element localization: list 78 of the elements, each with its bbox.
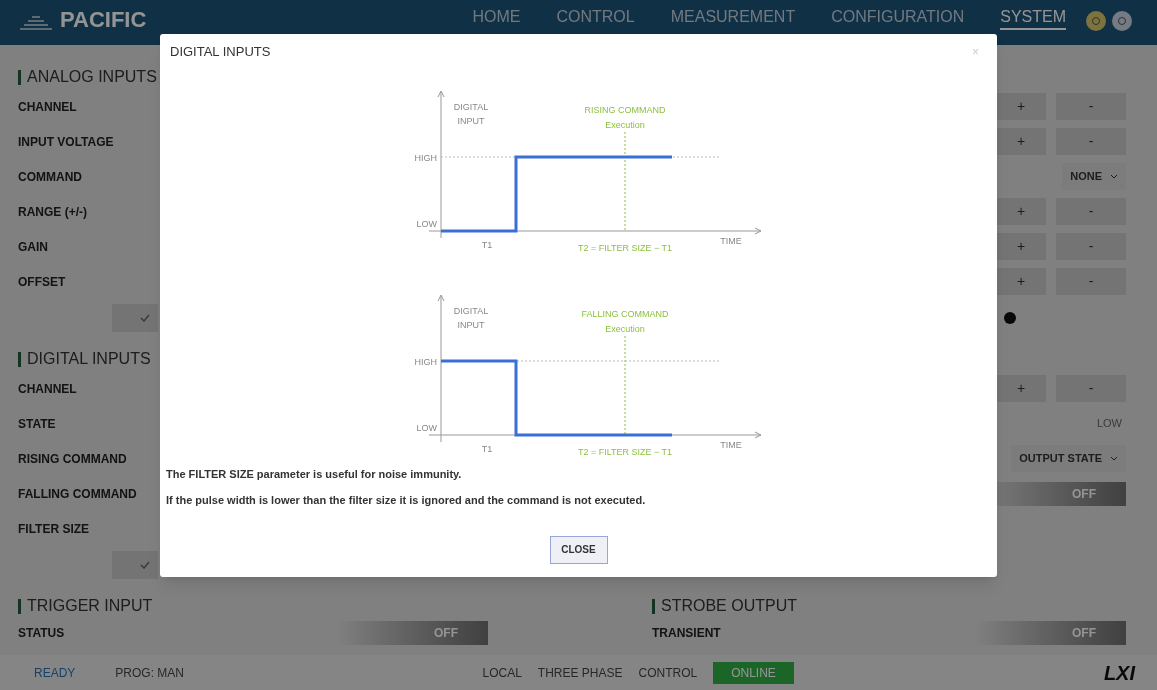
- field-label: INPUT VOLTAGE: [18, 133, 114, 151]
- plus-button[interactable]: +: [996, 233, 1046, 260]
- plus-button[interactable]: +: [996, 128, 1046, 155]
- nav-tab[interactable]: HOME: [472, 7, 521, 30]
- status-text: PROG: MAN: [115, 664, 184, 682]
- section-marker: [652, 598, 655, 614]
- section-title: TRIGGER INPUT: [27, 596, 153, 616]
- plus-button[interactable]: +: [996, 93, 1046, 120]
- time-label: TIME: [719, 439, 742, 450]
- field-label: GAIN: [18, 238, 48, 256]
- status-text: THREE PHASE: [537, 664, 623, 682]
- dropdown[interactable]: NONE: [1062, 163, 1126, 190]
- section-title: STROBE OUTPUT: [661, 596, 797, 616]
- nav-tab[interactable]: CONFIGURATION: [831, 7, 965, 30]
- field-label: RISING COMMAND: [18, 450, 127, 468]
- section-marker: [18, 598, 21, 614]
- minus-button[interactable]: -: [1056, 128, 1126, 155]
- field-label: FALLING COMMAND: [18, 485, 137, 503]
- dropdown[interactable]: OUTPUT STATE: [1011, 445, 1126, 472]
- axis-label: INPUT: [457, 115, 484, 126]
- check-icon: [140, 561, 150, 569]
- status-text: CONTROL: [638, 664, 698, 682]
- low-label: LOW: [416, 422, 437, 433]
- section-title: DIGITAL INPUTS: [27, 349, 151, 369]
- field-label: STATUS: [18, 625, 66, 642]
- dialog-title: DIGITAL INPUTS: [170, 43, 271, 61]
- minus-button[interactable]: -: [1056, 233, 1126, 260]
- minus-button[interactable]: -: [1056, 375, 1126, 402]
- event-label: RISING COMMAND: [584, 104, 665, 115]
- high-label: HIGH: [414, 356, 437, 367]
- field-label: STATE: [18, 415, 56, 433]
- nav-tab[interactable]: CONTROL: [556, 7, 635, 30]
- section-marker: [18, 351, 21, 367]
- note-text: If the pulse width is lower than the filter size it is ignored and the command is not executed.: [166, 493, 647, 508]
- axis-label: INPUT: [457, 319, 484, 330]
- note-text: The FILTER SIZE parameter is useful for noise immunity.: [166, 466, 463, 482]
- formula-label: T2 = FILTER SIZE − T1: [577, 242, 672, 253]
- formula-label: T2 = FILTER SIZE − T1: [577, 446, 672, 457]
- field-label: CHANNEL: [18, 380, 77, 398]
- refresh-button[interactable]: [1086, 11, 1106, 31]
- status-text: LOCAL: [482, 664, 522, 682]
- plus-button[interactable]: +: [996, 375, 1046, 402]
- event-label: FALLING COMMAND: [581, 308, 668, 319]
- event-label: Execution: [604, 119, 645, 130]
- axis-label: DIGITAL: [453, 305, 488, 316]
- state-value: LOW: [1096, 416, 1123, 432]
- minus-button[interactable]: -: [1056, 93, 1126, 120]
- check-icon: [140, 314, 150, 322]
- power-button[interactable]: [1112, 11, 1132, 31]
- status-text: READY: [34, 664, 76, 682]
- caret-icon: [1110, 174, 1118, 179]
- field-label: RANGE (+/-): [18, 203, 87, 221]
- axis-label: DIGITAL: [453, 101, 488, 112]
- high-label: HIGH: [414, 152, 437, 163]
- t1-label: T1: [481, 443, 492, 454]
- minus-button[interactable]: -: [1056, 198, 1126, 225]
- time-label: TIME: [719, 235, 742, 246]
- plus-button[interactable]: +: [996, 268, 1046, 295]
- lxi-logo: LXI: [1103, 660, 1135, 686]
- low-label: LOW: [416, 218, 437, 229]
- event-label: Execution: [604, 323, 645, 334]
- nav-tab[interactable]: SYSTEM: [1000, 7, 1066, 30]
- field-label: OFFSET: [18, 273, 66, 291]
- field-label: FILTER SIZE: [18, 520, 90, 538]
- section-title: ANALOG INPUTS: [27, 67, 157, 87]
- status-text: ONLINE: [713, 661, 794, 684]
- info-icon[interactable]: [1004, 312, 1016, 324]
- nav-tab[interactable]: MEASUREMENT: [670, 7, 796, 30]
- field-label: TRANSIENT: [652, 625, 721, 642]
- logo-text: PACIFIC: [60, 8, 147, 32]
- close-button[interactable]: CLOSE: [549, 535, 608, 564]
- section-marker: [18, 69, 21, 85]
- plus-button[interactable]: +: [996, 198, 1046, 225]
- field-label: COMMAND: [18, 168, 82, 186]
- minus-button[interactable]: -: [1056, 268, 1126, 295]
- t1-label: T1: [481, 239, 492, 250]
- field-label: CHANNEL: [18, 98, 77, 116]
- caret-icon: [1110, 456, 1118, 461]
